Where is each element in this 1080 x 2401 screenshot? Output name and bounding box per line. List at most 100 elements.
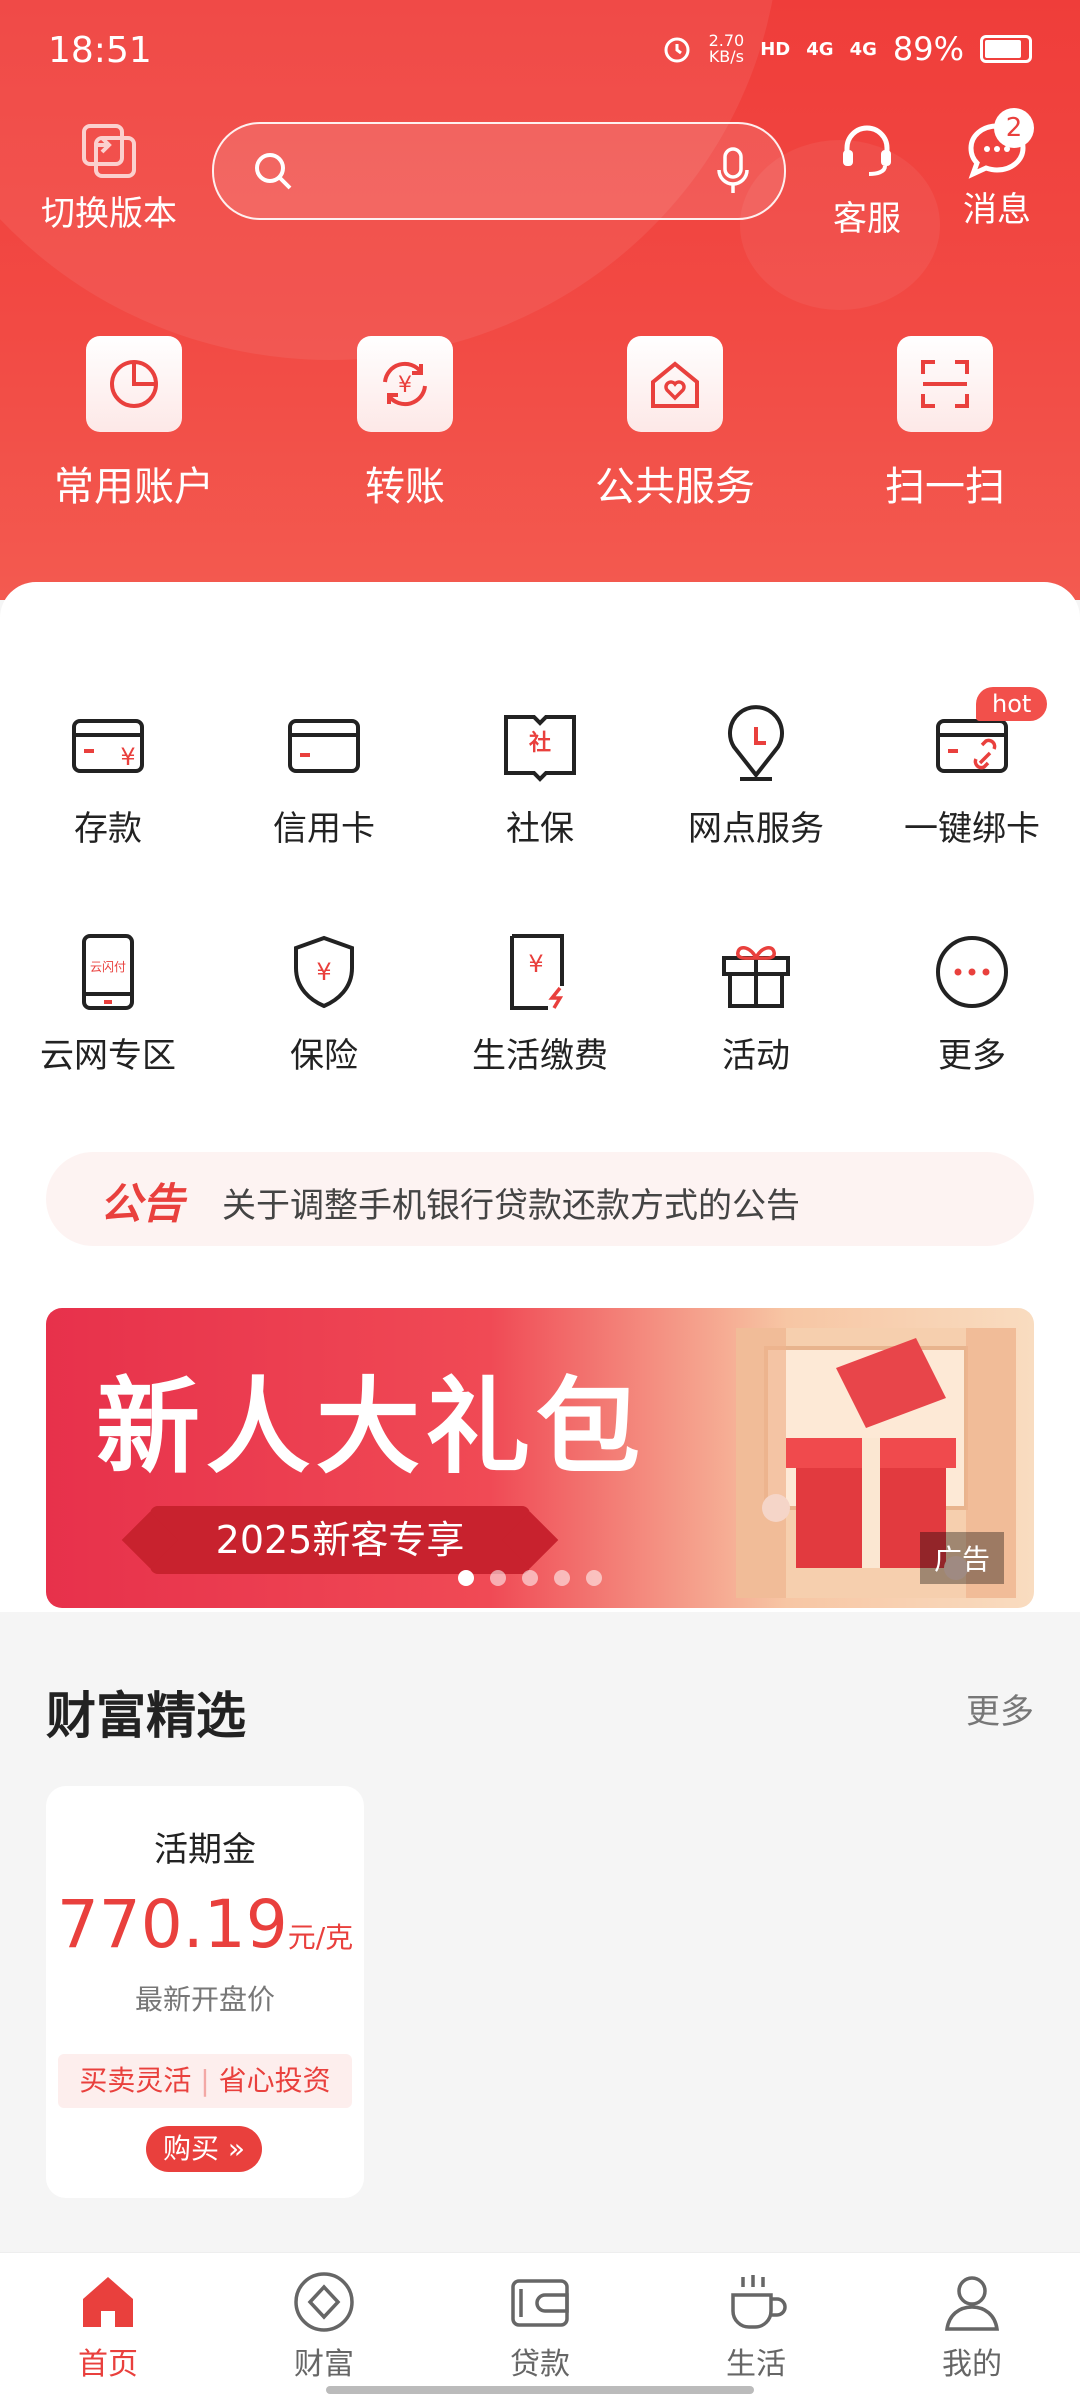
cloud-pay-glyph: 云闪付 <box>89 960 126 974</box>
quick-action-transfer[interactable]: ¥ 转账 <box>295 336 515 512</box>
announcement-tag: 公告 <box>100 1179 185 1228</box>
battery-icon <box>980 35 1032 63</box>
switch-version-button[interactable]: 切换版本 <box>34 122 184 235</box>
svg-text:¥: ¥ <box>398 373 412 398</box>
switch-version-icon <box>80 122 138 180</box>
home-icon <box>75 2269 141 2335</box>
svg-text:¥: ¥ <box>528 950 543 978</box>
product-price-desc: 最新开盘价 <box>134 1983 275 2016</box>
quick-action-label: 转账 <box>365 464 445 510</box>
quick-action-label: 扫一扫 <box>885 464 1005 510</box>
sim2-signal: 4G <box>849 38 877 60</box>
wealth-section-title: 财富精选 <box>46 1687 246 1745</box>
alarm-icon <box>664 37 690 63</box>
product-card-gold[interactable]: 活期金 770.19元/克 最新开盘价 买卖灵活 | 省心投资 购买 » <box>46 1786 364 2198</box>
service-social-security[interactable]: 社 社保 <box>432 705 648 850</box>
gift-icon <box>716 932 796 1012</box>
service-label: 生活缴费 <box>472 1036 608 1076</box>
sim1-signal: 4G <box>806 38 834 60</box>
switch-version-label: 切换版本 <box>41 194 177 234</box>
service-label: 社保 <box>506 809 574 849</box>
service-cloud-zone[interactable]: 云闪付 云网专区 <box>0 932 216 1077</box>
tab-wealth[interactable]: 财富 <box>216 2263 432 2383</box>
service-label: 信用卡 <box>273 809 375 849</box>
gesture-home-indicator[interactable] <box>326 2386 754 2394</box>
product-name: 活期金 <box>154 1830 256 1870</box>
tab-label: 贷款 <box>510 2347 570 2382</box>
announcement-text: 关于调整手机银行贷款还款方式的公告 <box>222 1186 800 1226</box>
quick-action-label: 常用账户 <box>54 464 214 510</box>
microphone-icon[interactable] <box>716 146 750 196</box>
more-icon <box>932 932 1012 1012</box>
credit-card-icon <box>284 705 364 785</box>
service-label: 存款 <box>74 809 142 849</box>
net-speed-unit: KB/s <box>708 47 745 66</box>
location-pin-icon <box>716 705 796 785</box>
service-credit-card[interactable]: 信用卡 <box>216 705 432 850</box>
quick-action-scan[interactable]: 扫一扫 <box>835 336 1055 512</box>
quick-action-public-service[interactable]: 公共服务 <box>565 336 785 512</box>
coffee-cup-icon <box>723 2269 789 2335</box>
status-bar: 18:51 2.70 KB/s HD 4G 4G 89% <box>0 0 1080 110</box>
ad-label: 广告 <box>919 1532 1004 1584</box>
phone-icon: 云闪付 <box>68 932 148 1012</box>
social-security-glyph: 社 <box>528 731 551 756</box>
svg-text:¥: ¥ <box>316 958 331 986</box>
service-living-payment[interactable]: ¥ 生活缴费 <box>432 932 648 1077</box>
buy-button[interactable]: 购买 » <box>146 2126 262 2172</box>
tab-life[interactable]: 生活 <box>648 2263 864 2383</box>
banner-pagination <box>458 1570 602 1586</box>
service-label: 网点服务 <box>688 809 824 849</box>
quick-action-accounts[interactable]: 常用账户 <box>24 336 244 512</box>
svg-text:¥: ¥ <box>120 743 135 771</box>
announcement-bar[interactable]: 公告 关于调整手机银行贷款还款方式的公告 <box>46 1152 1034 1246</box>
search-icon <box>255 153 292 190</box>
tab-label: 生活 <box>726 2347 786 2382</box>
service-bind-card[interactable]: 一键绑卡 <box>864 705 1080 850</box>
product-tags: 买卖灵活 | 省心投资 <box>58 2054 352 2108</box>
wealth-more-link[interactable]: 更多 <box>966 1684 1034 1733</box>
service-deposit[interactable]: ¥ 存款 <box>0 705 216 850</box>
product-tag: 买卖灵活 <box>79 2064 192 2097</box>
tab-home[interactable]: 首页 <box>0 2263 216 2383</box>
product-price: 770.19元/克 <box>46 1886 364 1963</box>
net-speed: 2.70 KB/s <box>709 33 745 65</box>
service-activity[interactable]: 活动 <box>648 932 864 1077</box>
user-icon <box>939 2269 1005 2335</box>
tab-mine[interactable]: 我的 <box>864 2263 1080 2383</box>
price-unit: 元/克 <box>287 1921 354 1954</box>
service-label: 更多 <box>938 1036 1006 1076</box>
pagination-dot[interactable] <box>490 1570 506 1586</box>
tab-loan[interactable]: 贷款 <box>432 2263 648 2383</box>
pagination-dot[interactable] <box>522 1570 538 1586</box>
service-more[interactable]: 更多 <box>864 932 1080 1077</box>
wallet-icon <box>507 2269 573 2335</box>
tab-label: 首页 <box>78 2347 138 2382</box>
battery-percent: 89% <box>892 30 964 68</box>
bill-icon: ¥ <box>500 932 580 1012</box>
service-insurance[interactable]: ¥ 保险 <box>216 932 432 1077</box>
hot-tag: hot <box>976 687 1048 721</box>
pagination-dot[interactable] <box>458 1570 474 1586</box>
house-heart-icon <box>627 336 723 432</box>
shield-icon: ¥ <box>284 932 364 1012</box>
status-time: 18:51 <box>48 30 152 71</box>
tag-divider: | <box>200 2064 210 2097</box>
deposit-card-icon: ¥ <box>68 705 148 785</box>
tab-label: 财富 <box>294 2347 354 2382</box>
pie-chart-icon <box>86 336 182 432</box>
wealth-icon <box>291 2269 357 2335</box>
service-branch[interactable]: 网点服务 <box>648 705 864 850</box>
banner-title: 新人大礼包 <box>96 1365 647 1488</box>
messages-button[interactable]: 2 消息 <box>942 108 1052 231</box>
social-security-book-icon: 社 <box>500 705 580 785</box>
promo-banner[interactable]: 新人大礼包 2025新客专享 广告 <box>46 1308 1034 1608</box>
search-input[interactable] <box>212 122 786 220</box>
pagination-dot[interactable] <box>586 1570 602 1586</box>
transfer-icon: ¥ <box>357 336 453 432</box>
pagination-dot[interactable] <box>554 1570 570 1586</box>
scan-icon <box>897 336 993 432</box>
customer-service-button[interactable]: 客服 <box>812 118 922 240</box>
customer-service-label: 客服 <box>833 199 901 239</box>
service-label: 一键绑卡 <box>904 809 1040 849</box>
